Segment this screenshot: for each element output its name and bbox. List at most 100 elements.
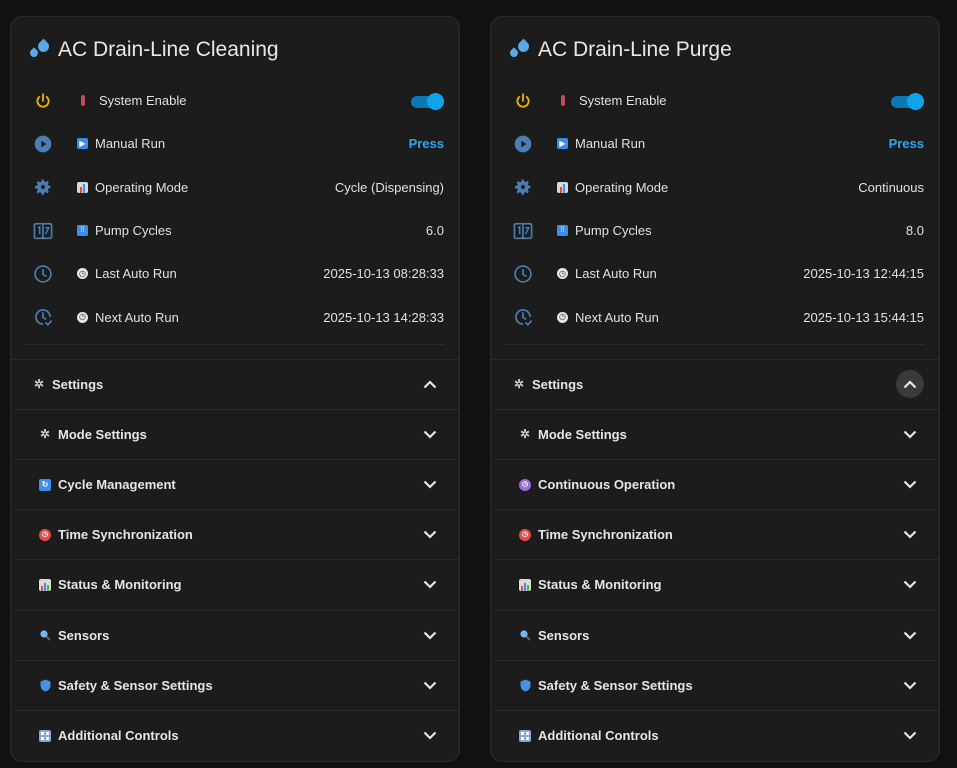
- section-label: Time Synchronization: [58, 527, 193, 543]
- chevron-down-icon[interactable]: [901, 425, 919, 443]
- section-sensors[interactable]: Sensors: [495, 609, 939, 660]
- manual-run-press-button[interactable]: Press: [889, 136, 924, 151]
- section-sensors[interactable]: Sensors: [15, 609, 459, 660]
- repeat-emoji-icon: ↻: [39, 478, 51, 491]
- section-cycle-management[interactable]: ↻ Cycle Management: [15, 458, 459, 509]
- entity-name: Pump Cycles: [95, 223, 172, 239]
- section-continuous-operation[interactable]: ◷ Continuous Operation: [495, 458, 939, 509]
- section-additional-controls[interactable]: Additional Controls: [495, 709, 939, 760]
- section-label: Continuous Operation: [538, 477, 676, 493]
- control-knobs-emoji-icon: [39, 729, 51, 742]
- chevron-down-icon[interactable]: [421, 727, 439, 745]
- section-time-synchronization[interactable]: ◷ Time Synchronization: [495, 509, 939, 559]
- chevron-up-icon[interactable]: [896, 370, 924, 399]
- clock-emoji-icon: ◷: [77, 311, 88, 323]
- section-status-monitoring[interactable]: Status & Monitoring: [495, 559, 939, 609]
- card-ac-drain-line-cleaning: AC Drain-Line Cleaning System Enable ▶ M…: [10, 16, 460, 762]
- chevron-down-icon[interactable]: [421, 626, 439, 644]
- numbers-emoji-icon: ⠿: [77, 225, 88, 237]
- card-header: AC Drain-Line Purge: [491, 17, 939, 79]
- entity-row-manual-run[interactable]: ▶ Manual Run Press: [11, 122, 459, 165]
- card-title: AC Drain-Line Purge: [538, 38, 732, 61]
- chevron-down-icon[interactable]: [901, 676, 919, 694]
- entity-name: Next Auto Run: [95, 309, 179, 325]
- chevron-down-icon[interactable]: [901, 727, 919, 745]
- section-label: Status & Monitoring: [538, 577, 662, 593]
- chart-emoji-icon: [519, 578, 531, 591]
- counter-icon: [511, 219, 535, 243]
- entity-name: System Enable: [579, 93, 667, 109]
- operating-mode-state: Continuous: [858, 179, 924, 195]
- section-label: Safety & Sensor Settings: [538, 677, 693, 693]
- section-additional-controls[interactable]: Additional Controls: [15, 709, 459, 760]
- manual-run-press-button[interactable]: Press: [409, 136, 444, 151]
- chevron-down-icon[interactable]: [421, 526, 439, 544]
- card-ac-drain-line-purge: AC Drain-Line Purge System Enable ▶ Manu…: [490, 16, 940, 762]
- entity-name: Next Auto Run: [575, 309, 659, 325]
- play-circle-icon: [511, 132, 535, 156]
- chevron-down-icon[interactable]: [901, 476, 919, 494]
- thermometer-emoji-icon: [561, 95, 565, 107]
- chevron-up-icon[interactable]: [421, 375, 439, 393]
- gear-emoji-icon: ✲: [39, 427, 51, 442]
- chevron-down-icon[interactable]: [901, 576, 919, 594]
- section-label: Additional Controls: [58, 728, 179, 743]
- water-drops-icon: [28, 38, 52, 61]
- entity-name: Pump Cycles: [575, 223, 652, 239]
- settings-subsections: ✲ Mode Settings ◷ Continuous Operation ◷ Ti…: [495, 408, 939, 760]
- chart-emoji-icon: [557, 181, 568, 193]
- gear-icon: [31, 175, 55, 199]
- entity-row-next-auto-run: ◷ Next Auto Run 2025-10-13 15:44:15: [491, 295, 939, 338]
- card-header: AC Drain-Line Cleaning: [11, 17, 459, 79]
- section-mode-settings[interactable]: ✲ Mode Settings: [495, 408, 939, 459]
- counter-icon: [31, 219, 55, 243]
- pump-cycles-state: 8.0: [905, 223, 924, 239]
- power-icon: [31, 89, 55, 113]
- entity-name: Manual Run: [95, 136, 166, 152]
- settings-section-header[interactable]: ✲ Settings: [11, 358, 459, 409]
- operating-mode-state: Cycle (Dispensing): [334, 179, 444, 195]
- section-status-monitoring[interactable]: Status & Monitoring: [15, 559, 459, 609]
- section-safety-sensor-settings[interactable]: Safety & Sensor Settings: [15, 659, 459, 710]
- entity-row-operating-mode[interactable]: Operating Mode Continuous: [491, 166, 939, 209]
- next-auto-run-state: 2025-10-13 14:28:33: [323, 309, 444, 325]
- gear-icon: [511, 175, 535, 199]
- clock-emoji-icon: ◷: [557, 268, 568, 280]
- section-label: Cycle Management: [58, 477, 176, 493]
- chevron-down-icon[interactable]: [421, 476, 439, 494]
- entity-row-operating-mode[interactable]: Operating Mode Cycle (Dispensing): [11, 166, 459, 209]
- section-safety-sensor-settings[interactable]: Safety & Sensor Settings: [495, 659, 939, 710]
- chevron-down-icon[interactable]: [421, 676, 439, 694]
- chevron-down-icon[interactable]: [901, 526, 919, 544]
- next-auto-run-state: 2025-10-13 15:44:15: [803, 309, 924, 325]
- entity-row-manual-run[interactable]: ▶ Manual Run Press: [491, 122, 939, 165]
- section-time-synchronization[interactable]: ◷ Time Synchronization: [15, 509, 459, 559]
- chevron-down-icon[interactable]: [901, 626, 919, 644]
- section-label: Time Synchronization: [538, 527, 673, 543]
- clock-icon: [511, 262, 535, 286]
- shield-emoji-icon: [39, 679, 51, 692]
- chevron-down-icon[interactable]: [421, 576, 439, 594]
- section-mode-settings[interactable]: ✲ Mode Settings: [15, 408, 459, 459]
- entity-name: Last Auto Run: [95, 266, 177, 282]
- section-label: Sensors: [538, 627, 590, 643]
- settings-section-header[interactable]: ✲ Settings: [491, 358, 939, 409]
- settings-label: Settings: [52, 376, 104, 392]
- last-auto-run-state: 2025-10-13 12:44:15: [803, 266, 924, 282]
- shield-emoji-icon: [519, 679, 531, 692]
- entity-row-system-enable[interactable]: System Enable: [491, 79, 939, 122]
- numbers-emoji-icon: ⠿: [557, 225, 568, 237]
- entity-row-last-auto-run: ◷ Last Auto Run 2025-10-13 12:44:15: [491, 252, 939, 295]
- section-label: Additional Controls: [538, 728, 659, 743]
- entity-row-pump-cycles: ⠿ Pump Cycles 8.0: [491, 209, 939, 252]
- section-label: Mode Settings: [538, 426, 627, 442]
- gear-emoji-icon: ✲: [513, 377, 525, 392]
- system-enable-toggle[interactable]: [891, 92, 924, 110]
- entity-name: Last Auto Run: [575, 266, 657, 282]
- system-enable-toggle[interactable]: [411, 92, 444, 110]
- chevron-down-icon[interactable]: [421, 425, 439, 443]
- section-label: Safety & Sensor Settings: [58, 677, 213, 693]
- clock-check-icon: [511, 305, 535, 329]
- entity-row-system-enable[interactable]: System Enable: [11, 79, 459, 122]
- play-button-emoji-icon: ▶: [557, 138, 568, 150]
